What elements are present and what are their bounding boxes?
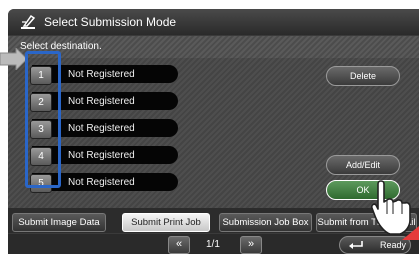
tab-submit-image-data[interactable]: Submit Image Data	[12, 213, 106, 232]
mode-tabs: Submit Image Data Submit Print Job Submi…	[8, 208, 419, 233]
tab-submission-job-box[interactable]: Submission Job Box	[219, 213, 312, 232]
tab-submit-print-job[interactable]: Submit Print Job	[122, 213, 210, 232]
destination-label: Not Registered	[68, 177, 135, 188]
return-arrow-icon	[349, 241, 363, 249]
destination-label: Not Registered	[68, 150, 135, 161]
add-edit-button[interactable]: Add/Edit	[326, 155, 400, 175]
destination-list: 1 Not Registered 2 Not Registered 3 Not …	[8, 58, 419, 208]
dialog-panel: Select Submission Mode Select destinatio…	[8, 9, 419, 254]
page-indicator: 1/1	[206, 239, 220, 250]
submission-mode-icon	[21, 14, 36, 29]
destination-label: Not Registered	[68, 96, 135, 107]
pointing-hand-icon	[371, 180, 419, 240]
previous-page-button[interactable]: «	[168, 236, 190, 254]
delete-button[interactable]: Delete	[326, 66, 400, 86]
pager-bar: « 1/1 » Ready	[8, 234, 419, 254]
instruction-band: Select destination.	[8, 36, 419, 58]
next-page-button[interactable]: »	[240, 236, 262, 254]
destination-label: Not Registered	[68, 123, 135, 134]
callout-highlight	[25, 51, 61, 188]
destination-label: Not Registered	[68, 69, 135, 80]
title-bar: Select Submission Mode	[8, 9, 419, 35]
callout-arrow-icon	[0, 48, 28, 70]
page-title: Select Submission Mode	[44, 15, 177, 29]
